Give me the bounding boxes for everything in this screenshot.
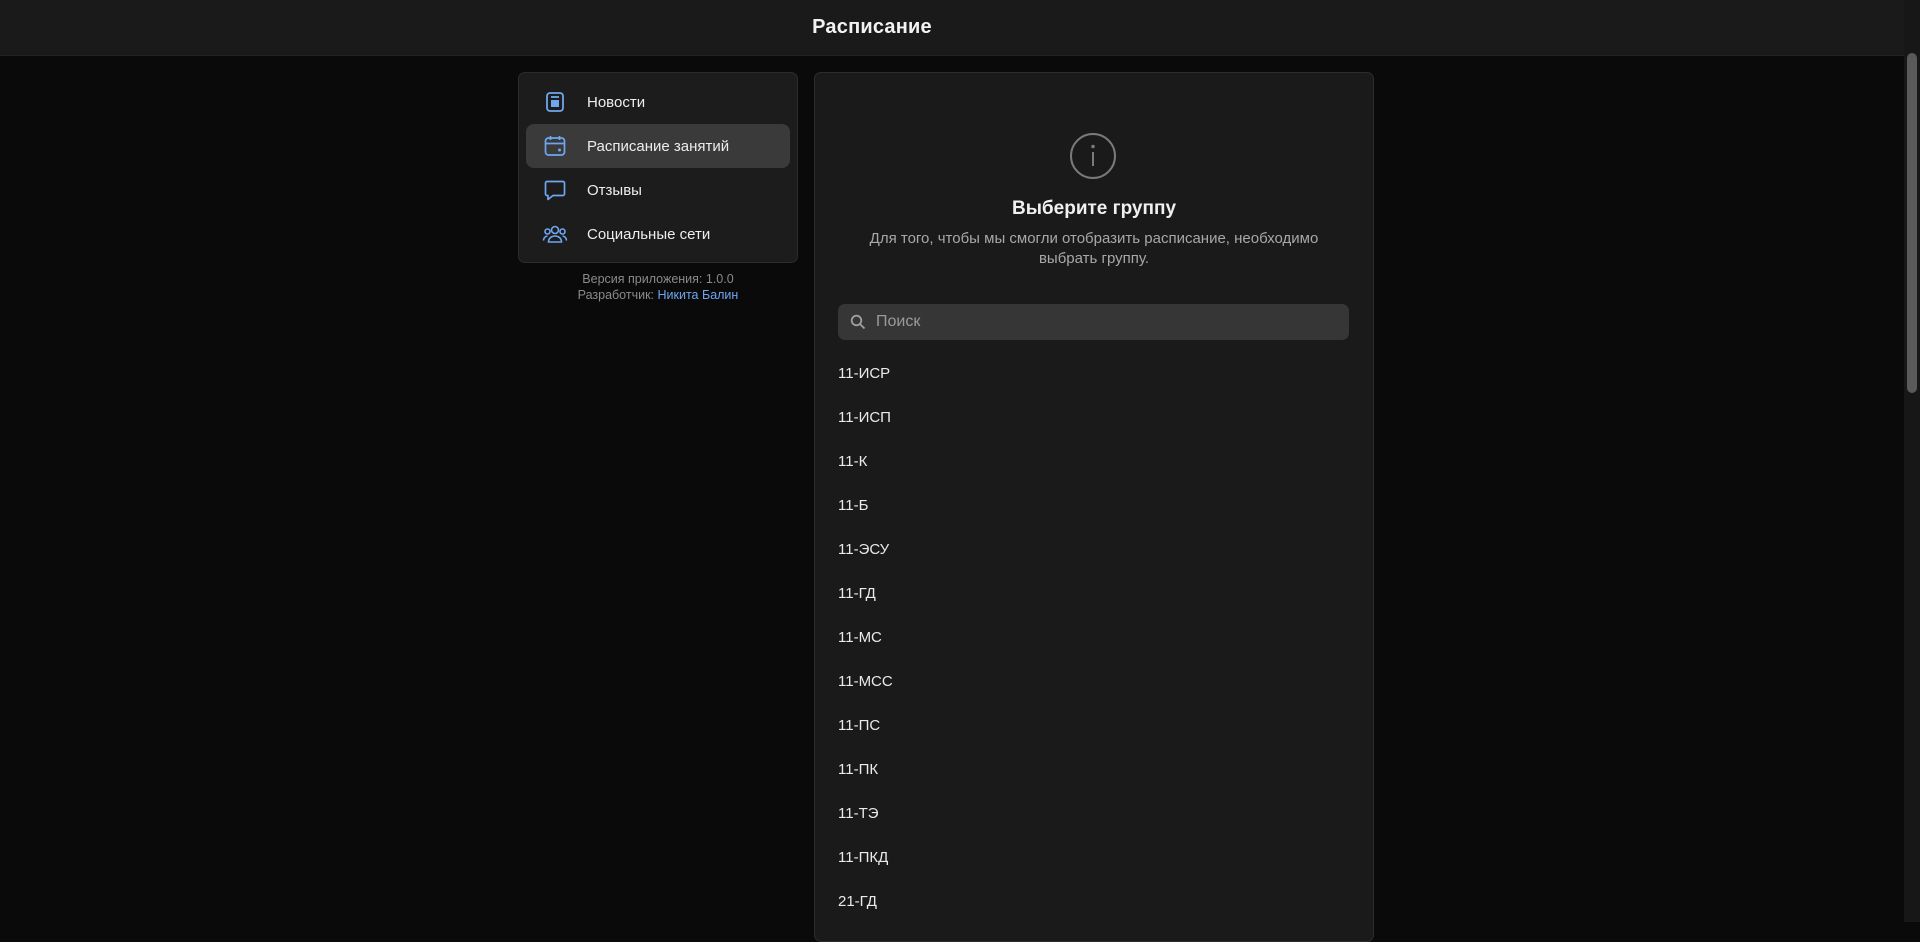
scrollbar-thumb[interactable] <box>1907 53 1917 393</box>
app-info: Версия приложения: 1.0.0 Разработчик: Ни… <box>518 271 798 303</box>
group-item[interactable]: 21-ГД <box>838 880 1349 924</box>
top-bar: Расписание <box>0 0 1904 56</box>
search-bar[interactable] <box>838 304 1349 340</box>
panel-title: Выберите группу <box>1011 198 1177 219</box>
developer-credit: Разработчик: Никита Балин <box>518 287 798 303</box>
developer-label: Разработчик: <box>577 288 655 302</box>
sidebar: Новости Расписание занятий Отзывы Социал… <box>518 72 798 263</box>
page-title: Расписание <box>812 16 932 38</box>
info-icon <box>1070 133 1116 179</box>
sidebar-item-label: Расписание занятий <box>587 137 730 155</box>
group-item[interactable]: 11-ИСР <box>838 352 1349 396</box>
group-item[interactable]: 11-К <box>838 440 1349 484</box>
group-item[interactable]: 11-МСС <box>838 660 1349 704</box>
group-item[interactable]: 11-ИСП <box>838 396 1349 440</box>
group-item[interactable]: 11-МС <box>838 616 1349 660</box>
sidebar-item-social[interactable]: Социальные сети <box>526 212 790 256</box>
news-icon <box>542 89 568 115</box>
sidebar-item-label: Отзывы <box>587 181 642 199</box>
group-item[interactable]: 11-ПКД <box>838 836 1349 880</box>
group-list: 11-ИСР 11-ИСП 11-К 11-Б 11-ЭСУ 11-ГД 11-… <box>838 352 1349 924</box>
group-item[interactable]: 11-ГД <box>838 572 1349 616</box>
users-icon <box>542 221 568 247</box>
search-icon <box>850 314 866 330</box>
sidebar-item-label: Новости <box>587 93 646 111</box>
sidebar-item-label: Социальные сети <box>587 225 711 243</box>
group-item[interactable]: 11-ТЭ <box>838 792 1349 836</box>
scrollbar[interactable] <box>1904 0 1920 922</box>
group-item[interactable]: 11-ЭСУ <box>838 528 1349 572</box>
sidebar-item-schedule[interactable]: Расписание занятий <box>526 124 790 168</box>
group-item[interactable]: 11-ПС <box>838 704 1349 748</box>
chat-bubble-icon <box>542 177 568 203</box>
group-item[interactable]: 11-Б <box>838 484 1349 528</box>
sidebar-item-reviews[interactable]: Отзывы <box>526 168 790 212</box>
calendar-icon <box>542 133 568 159</box>
search-input[interactable] <box>874 312 1338 332</box>
app-version: Версия приложения: 1.0.0 <box>582 272 734 286</box>
group-item[interactable]: 11-ПК <box>838 748 1349 792</box>
developer-link[interactable]: Никита Балин <box>658 288 739 302</box>
panel-description: Для того, чтобы мы смогли отобразить рас… <box>869 230 1319 267</box>
group-select-panel: Выберите группу Для того, чтобы мы смогл… <box>814 72 1374 942</box>
sidebar-item-news[interactable]: Новости <box>526 80 790 124</box>
